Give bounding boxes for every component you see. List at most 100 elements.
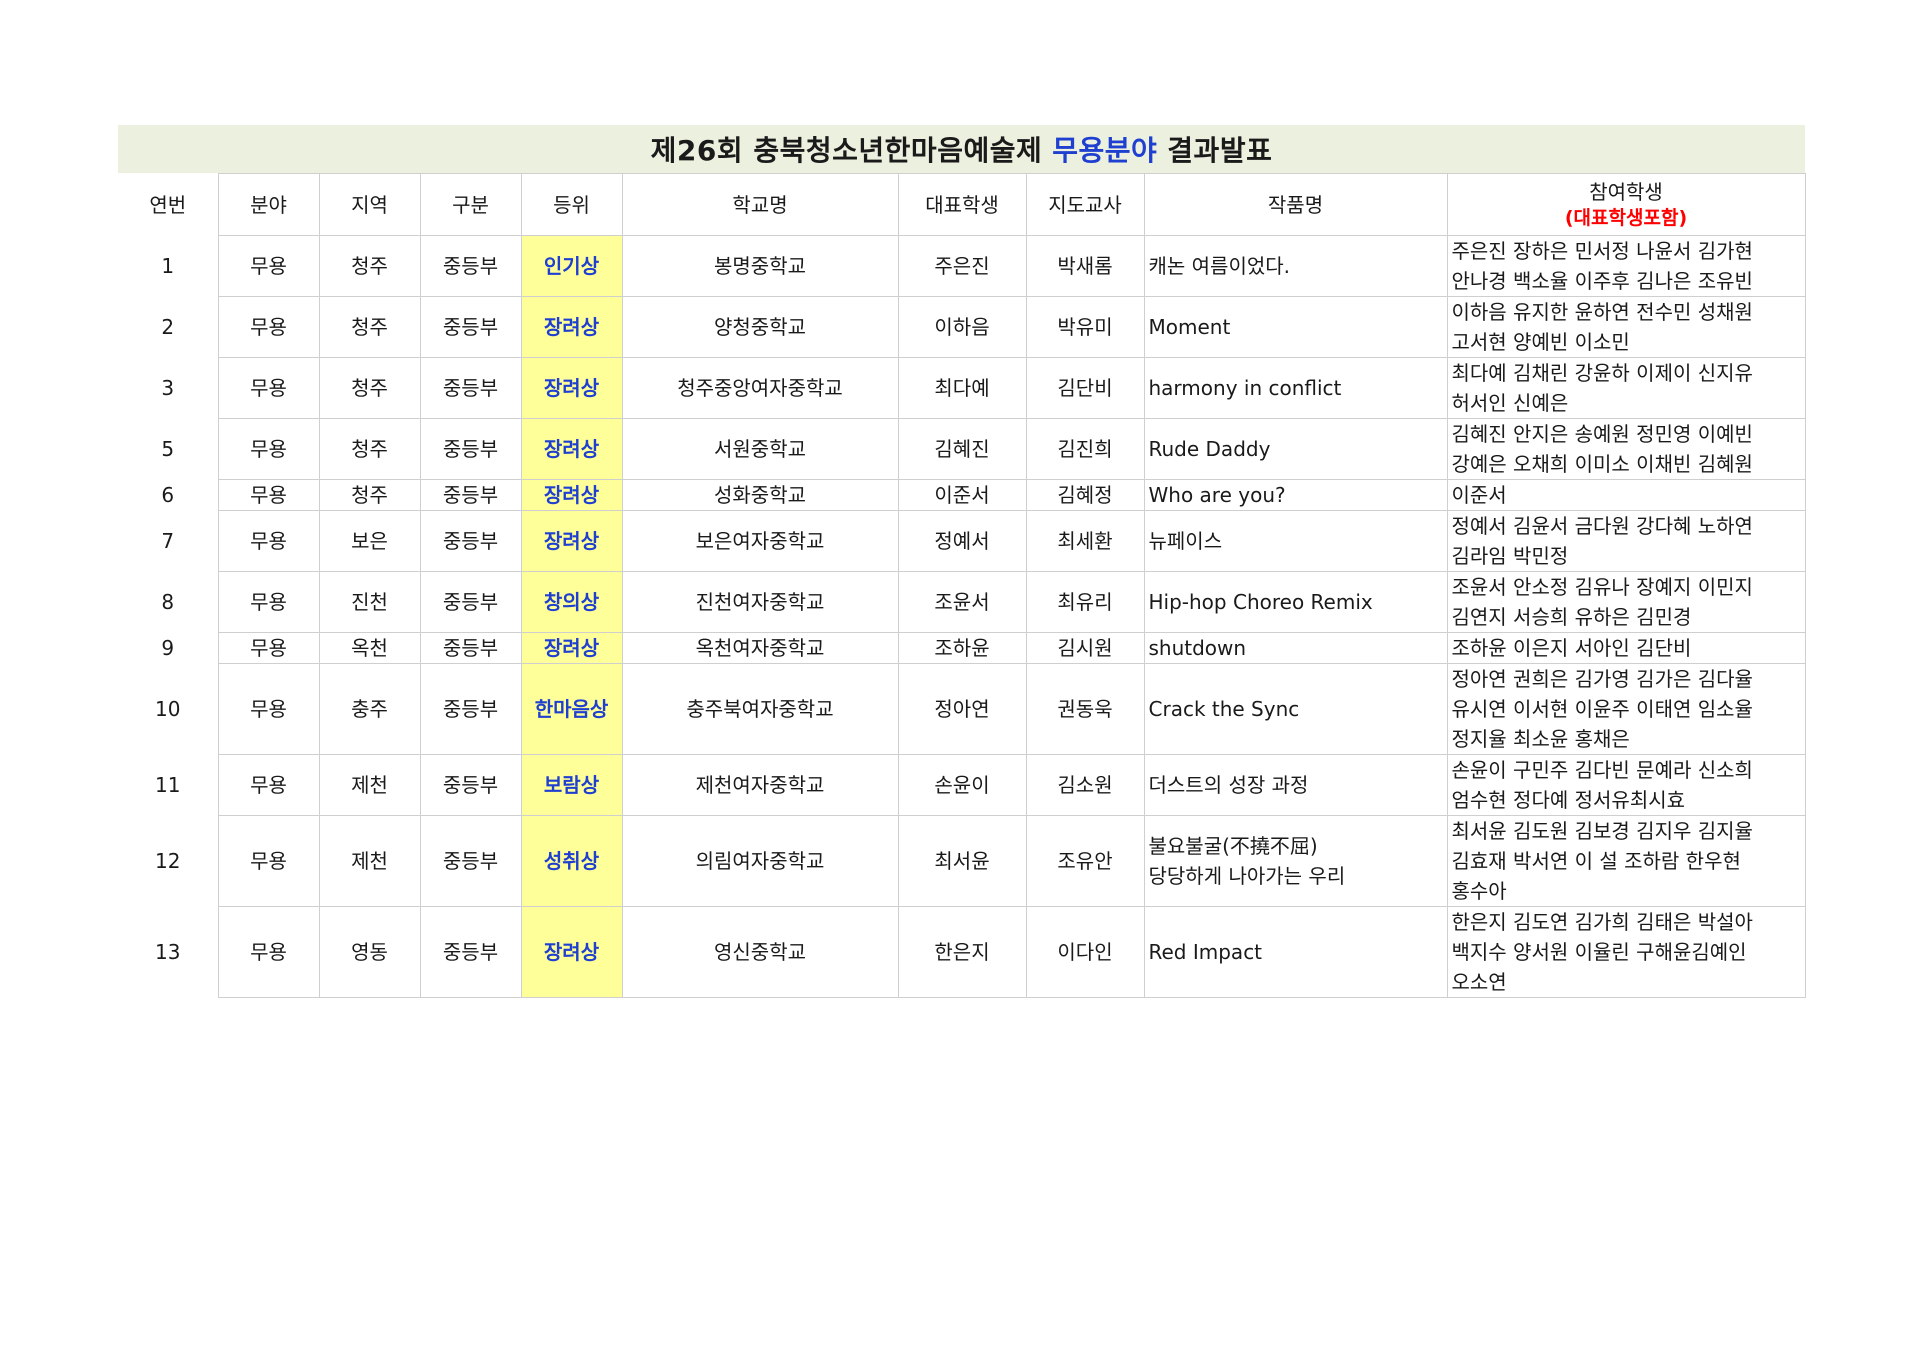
cell-rep: 손윤이	[897, 754, 1027, 816]
cell-field: 무용	[217, 906, 320, 998]
cell-school: 제천여자중학교	[621, 754, 899, 816]
cell-division: 중등부	[419, 571, 522, 633]
table-row: 11 무용 제천 중등부 보람상 제천여자중학교 손윤이 김소원 더스트의 성장 과정 손윤이 구…	[118, 754, 1806, 816]
cell-rep: 조하윤	[897, 632, 1027, 664]
header-field: 분야	[217, 173, 320, 236]
student-line: 한은지 김도연 김가희 김태은 박설아	[1451, 910, 1753, 934]
cell-teacher: 이다인	[1025, 906, 1145, 998]
cell-work: 뉴페이스	[1143, 510, 1448, 572]
cell-no: 2	[118, 296, 219, 358]
cell-teacher: 김시원	[1025, 632, 1145, 664]
cell-division: 중등부	[419, 632, 522, 664]
cell-teacher: 권동욱	[1025, 663, 1145, 755]
cell-division: 중등부	[419, 663, 522, 755]
cell-region: 청주	[318, 357, 421, 419]
cell-rank: 창의상	[520, 571, 623, 633]
cell-school: 진천여자중학교	[621, 571, 899, 633]
cell-rep: 김혜진	[897, 418, 1027, 480]
cell-no: 12	[118, 815, 219, 907]
header-students-note: (대표학생포함)	[1564, 206, 1688, 229]
cell-rep: 이준서	[897, 479, 1027, 511]
student-line: 이하음 유지한 윤하연 전수민 성채원	[1451, 300, 1753, 324]
cell-no: 13	[118, 906, 219, 998]
cell-teacher: 박유미	[1025, 296, 1145, 358]
table-row: 9 무용 옥천 중등부 장려상 옥천여자중학교 조하윤 김시원 shutdown 조하윤 이은지 …	[118, 632, 1806, 664]
table-row: 1 무용 청주 중등부 인기상 봉명중학교 주은진 박새롬 캐논 여름이었다. 주은진 장하은 민…	[118, 235, 1806, 297]
cell-field: 무용	[217, 296, 320, 358]
cell-region: 청주	[318, 479, 421, 511]
header-division: 구분	[419, 173, 522, 236]
cell-no: 9	[118, 632, 219, 664]
cell-students: 조하윤 이은지 서아인 김단비	[1446, 632, 1806, 664]
student-line: 김연지 서승희 유하은 김민경	[1451, 605, 1692, 629]
cell-field: 무용	[217, 479, 320, 511]
cell-division: 중등부	[419, 418, 522, 480]
table-row: 12 무용 제천 중등부 성취상 의림여자중학교 최서윤 조유안 불요불굴(不撓不屈) 당당하게 …	[118, 815, 1806, 907]
cell-rank: 보람상	[520, 754, 623, 816]
cell-no: 8	[118, 571, 219, 633]
cell-rep: 최다예	[897, 357, 1027, 419]
student-line: 이준서	[1451, 482, 1507, 507]
cell-no: 7	[118, 510, 219, 572]
cell-students: 김혜진 안지은 송예원 정민영 이예빈강예은 오채희 이미소 이채빈 김혜원	[1446, 418, 1806, 480]
cell-students: 손윤이 구민주 김다빈 문예라 신소희 엄수현 정다예 정서유최시효	[1446, 754, 1806, 816]
table-row: 2 무용 청주 중등부 장려상 양청중학교 이하음 박유미 Moment 이하음 유지한 윤하연 …	[118, 296, 1806, 358]
cell-students: 주은진 장하은 민서정 나윤서 김가현 안나경 백소율 이주후 김나은 조유빈	[1446, 235, 1806, 297]
student-line: 정아연 권희은 김가영 김가은 김다율	[1451, 667, 1753, 691]
cell-division: 중등부	[419, 815, 522, 907]
cell-work: Who are you?	[1143, 479, 1448, 511]
work-line: 캐논 여름이었다.	[1148, 254, 1291, 278]
student-line: 엄수현 정다예 정서유최시효	[1451, 788, 1686, 812]
cell-students: 조윤서 안소정 김유나 장예지 이민지 김연지 서승희 유하은 김민경	[1446, 571, 1806, 633]
results-table: 연번 분야 지역 구분 등위 학교명 대표학생 지도교사 작품명 참여학생 (대…	[118, 173, 1806, 998]
cell-rank: 장려상	[520, 479, 623, 511]
header-work: 작품명	[1143, 173, 1448, 236]
cell-division: 중등부	[419, 906, 522, 998]
cell-school: 봉명중학교	[621, 235, 899, 297]
cell-field: 무용	[217, 571, 320, 633]
cell-field: 무용	[217, 357, 320, 419]
cell-no: 5	[118, 418, 219, 480]
student-line: 정지율 최소윤 홍채은	[1451, 727, 1630, 751]
cell-work: Red Impact	[1143, 906, 1448, 998]
student-line: 강예은 오채희 이미소 이채빈 김혜원	[1451, 452, 1753, 476]
table-row: 13 무용 영동 중등부 장려상 영신중학교 한은지 이다인 Red Impact 한은지 김도연…	[118, 906, 1806, 998]
cell-school: 영신중학교	[621, 906, 899, 998]
cell-work: Hip-hop Choreo Remix	[1143, 571, 1448, 633]
cell-rep: 정아연	[897, 663, 1027, 755]
cell-no: 3	[118, 357, 219, 419]
work-line: shutdown	[1148, 636, 1247, 660]
results-sheet: 제26회 충북청소년한마음예술제 무용분야 결과발표 연번 분야 지역 구분 등…	[118, 125, 1806, 998]
cell-field: 무용	[217, 663, 320, 755]
cell-students: 정예서 김윤서 금다원 강다혜 노하연 김라임 박민정	[1446, 510, 1806, 572]
table-row: 7 무용 보은 중등부 장려상 보은여자중학교 정예서 최세환 뉴페이스 정예서 김윤서 금다원 …	[118, 510, 1806, 572]
cell-rank: 장려상	[520, 906, 623, 998]
cell-teacher: 김단비	[1025, 357, 1145, 419]
cell-rep: 최서윤	[897, 815, 1027, 907]
cell-school: 청주중앙여자중학교	[621, 357, 899, 419]
cell-division: 중등부	[419, 479, 522, 511]
cell-division: 중등부	[419, 754, 522, 816]
header-rank: 등위	[520, 173, 623, 236]
cell-school: 의림여자중학교	[621, 815, 899, 907]
cell-work: 더스트의 성장 과정	[1143, 754, 1448, 816]
header-region: 지역	[318, 173, 421, 236]
title-prefix: 제26회 충북청소년한마음예술제	[650, 134, 1043, 167]
cell-rep: 한은지	[897, 906, 1027, 998]
cell-work: shutdown	[1143, 632, 1448, 664]
cell-region: 청주	[318, 418, 421, 480]
cell-rep: 조윤서	[897, 571, 1027, 633]
table-body: 1 무용 청주 중등부 인기상 봉명중학교 주은진 박새롬 캐논 여름이었다. 주은진 장하은 민…	[118, 235, 1806, 998]
cell-region: 충주	[318, 663, 421, 755]
cell-work: 불요불굴(不撓不屈) 당당하게 나아가는 우리	[1143, 815, 1448, 907]
cell-school: 서원중학교	[621, 418, 899, 480]
cell-school: 양청중학교	[621, 296, 899, 358]
cell-field: 무용	[217, 510, 320, 572]
cell-rank: 성취상	[520, 815, 623, 907]
cell-teacher: 조유안	[1025, 815, 1145, 907]
student-line: 김혜진 안지은 송예원 정민영 이예빈	[1451, 422, 1753, 446]
cell-teacher: 김진희	[1025, 418, 1145, 480]
work-line: 더스트의 성장 과정	[1148, 773, 1309, 797]
cell-rank: 장려상	[520, 632, 623, 664]
cell-rank: 장려상	[520, 510, 623, 572]
